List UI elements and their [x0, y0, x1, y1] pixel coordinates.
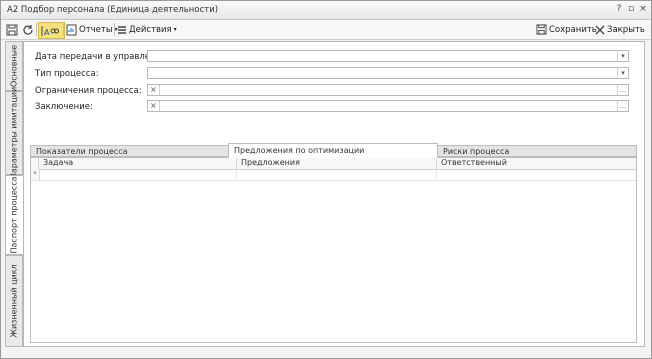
row-indicator-header — [31, 158, 39, 169]
conclusion-label: Заключение: — [35, 102, 93, 112]
actions-label: Действия — [129, 24, 172, 35]
process-tab-strip: Показатели процесса Предложения по оптим… — [30, 143, 637, 158]
report-icon — [66, 24, 77, 35]
dropdown-button[interactable]: ▾ — [617, 51, 628, 61]
cell-responsible[interactable] — [437, 169, 636, 180]
refresh-button[interactable] — [22, 22, 34, 37]
new-row[interactable]: * — [31, 169, 636, 181]
tab-optimization-proposals[interactable]: Предложения по оптимизации — [228, 143, 438, 158]
save-label: Сохранить — [549, 24, 597, 35]
side-tab-label: Жизненный цикл — [9, 264, 19, 338]
close-icon — [595, 25, 605, 34]
conclusion-field[interactable]: × … — [147, 100, 629, 112]
column-header-responsible[interactable]: Ответственный — [437, 158, 636, 169]
cell-proposals[interactable] — [237, 169, 437, 180]
refresh-icon — [23, 24, 33, 35]
chevron-down-icon: ▾ — [173, 26, 177, 33]
close-window-button[interactable]: × — [638, 4, 648, 15]
toolbar: A Отчеты ▾ Действия ▾ Сохранить Закрыть — [1, 20, 651, 40]
svg-text:A: A — [44, 28, 50, 37]
transfer-date-field[interactable]: ▾ — [147, 50, 629, 62]
menu-lines-icon — [118, 25, 126, 34]
clear-icon[interactable]: × — [150, 101, 157, 111]
column-header-task[interactable]: Задача — [39, 158, 237, 169]
link-mode-button[interactable]: A — [38, 22, 65, 39]
process-type-field[interactable]: ▾ — [147, 67, 629, 79]
close-button[interactable]: Закрыть — [595, 22, 645, 37]
tab-process-risks[interactable]: Риски процесса — [437, 145, 637, 157]
title-bar: А2 Подбор персонала (Единица деятельност… — [1, 1, 651, 20]
floppy-icon — [6, 24, 18, 35]
side-tab-lifecycle[interactable]: Жизненный цикл — [5, 255, 23, 347]
close-label: Закрыть — [607, 24, 645, 35]
side-tab-strip: Основные Параметры имитации Паспорт проц… — [5, 41, 23, 347]
clear-icon[interactable]: × — [150, 85, 157, 95]
proposals-grid[interactable]: Задача Предложения Ответственный * — [30, 157, 637, 343]
restore-button[interactable]: ▫ — [626, 4, 636, 15]
cell-task[interactable] — [39, 169, 237, 180]
app-window: А2 Подбор персонала (Единица деятельност… — [0, 0, 652, 359]
tab-process-indicators[interactable]: Показатели процесса — [30, 145, 229, 157]
actions-menu[interactable]: Действия ▾ — [117, 22, 177, 37]
save-icon-button[interactable] — [6, 22, 18, 37]
side-tab-simulation[interactable]: Параметры имитации — [5, 87, 23, 179]
ellipsis-button[interactable]: … — [617, 101, 628, 111]
reports-label: Отчеты — [79, 24, 113, 35]
dropdown-button[interactable]: ▾ — [617, 68, 628, 78]
window-title: А2 Подбор персонала (Единица деятельност… — [7, 5, 219, 15]
process-limits-label: Ограничения процесса: — [35, 86, 142, 96]
passport-panel: Дата передачи в управление : ▾ Тип проце… — [23, 41, 645, 347]
save-button[interactable]: Сохранить — [536, 22, 597, 37]
floppy-icon — [536, 24, 547, 35]
side-tab-main[interactable]: Основные — [5, 41, 23, 91]
side-tab-label: Паспорт процесса — [9, 176, 19, 254]
text-link-icon: A — [41, 25, 59, 37]
side-tab-label: Основные — [9, 44, 19, 88]
help-button[interactable]: ? — [614, 4, 624, 15]
process-limits-field[interactable]: × … — [147, 84, 629, 96]
reports-menu[interactable]: Отчеты ▾ — [66, 22, 118, 37]
process-type-label: Тип процесса: — [35, 69, 99, 79]
side-tab-label: Параметры имитации — [9, 86, 19, 180]
column-header-proposals[interactable]: Предложения — [237, 158, 437, 169]
side-tab-passport[interactable]: Паспорт процесса — [5, 175, 23, 255]
ellipsis-button[interactable]: … — [617, 85, 628, 95]
